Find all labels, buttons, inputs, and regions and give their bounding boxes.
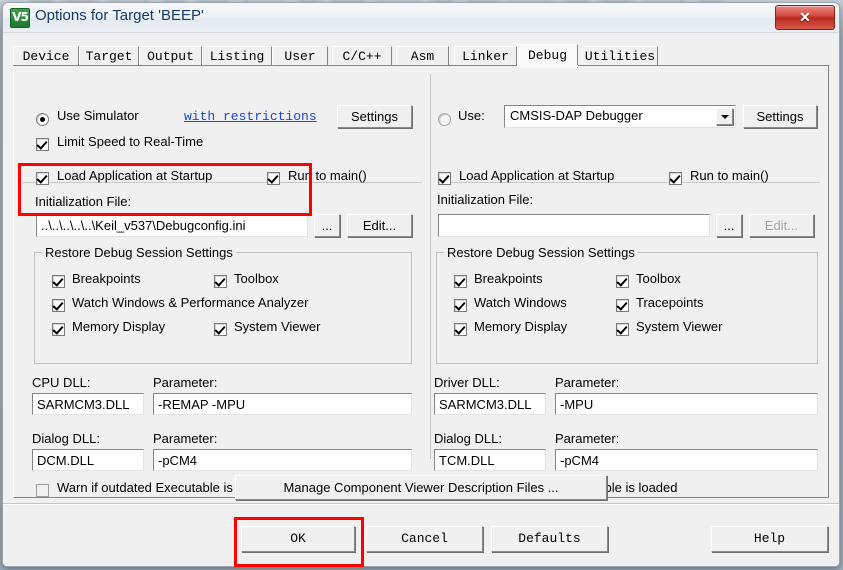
defaults-button[interactable]: Defaults — [491, 526, 608, 552]
left-system-viewer-checkbox[interactable] — [214, 323, 227, 336]
right-system-viewer-label: System Viewer — [636, 319, 723, 334]
right-run-to-main-label: Run to main() — [690, 168, 769, 183]
left-dialog-dll-label: Dialog DLL: — [32, 431, 100, 446]
footer-separator-highlight — [3, 504, 839, 505]
tab-listing[interactable]: Listing — [202, 46, 272, 66]
right-system-viewer-checkbox[interactable] — [616, 323, 629, 336]
left-dialog-parameter-label: Parameter: — [153, 431, 218, 446]
use-debugger-label: Use: — [458, 108, 485, 123]
left-dialog-dll-input[interactable] — [32, 449, 144, 471]
tab-target[interactable]: Target — [79, 46, 139, 66]
left-run-to-main-label: Run to main() — [288, 168, 367, 183]
right-watch-windows-label: Watch Windows — [474, 295, 567, 310]
right-breakpoints-label: Breakpoints — [474, 271, 543, 286]
tab-user[interactable]: User — [272, 46, 328, 66]
column-divider — [430, 74, 431, 459]
right-watch-windows-checkbox[interactable] — [454, 299, 467, 312]
left-memory-display-checkbox[interactable] — [52, 323, 65, 336]
debugger-select[interactable]: CMSIS-DAP Debugger — [504, 105, 736, 128]
left-watch-windows-checkbox[interactable] — [52, 299, 65, 312]
left-watch-windows-label: Watch Windows & Performance Analyzer — [72, 295, 309, 310]
right-breakpoints-checkbox[interactable] — [454, 275, 467, 288]
left-init-file-input[interactable] — [36, 214, 308, 237]
cpu-parameter-label: Parameter: — [153, 375, 218, 390]
use-simulator-radio[interactable] — [36, 113, 49, 126]
left-run-to-main-checkbox[interactable] — [267, 172, 280, 185]
right-dialog-parameter-input[interactable] — [555, 449, 818, 471]
driver-parameter-label: Parameter: — [555, 375, 620, 390]
left-system-viewer-label: System Viewer — [234, 319, 321, 334]
right-tracepoints-label: Tracepoints — [636, 295, 704, 310]
right-restore-session-title: Restore Debug Session Settings — [444, 245, 638, 260]
simulator-settings-button[interactable]: Settings — [337, 105, 412, 128]
chevron-down-icon[interactable] — [716, 108, 733, 125]
debugger-settings-button[interactable]: Settings — [743, 105, 817, 128]
tab-output[interactable]: Output — [139, 46, 202, 66]
right-edit-button[interactable]: Edit... — [749, 214, 814, 237]
right-toolbox-checkbox[interactable] — [616, 275, 629, 288]
tab-selected-connector — [518, 65, 578, 67]
left-breakpoints-label: Breakpoints — [72, 271, 141, 286]
manage-component-viewer-button[interactable]: Manage Component Viewer Description File… — [235, 475, 607, 500]
cpu-parameter-input[interactable] — [153, 393, 412, 415]
right-memory-display-checkbox[interactable] — [454, 323, 467, 336]
left-memory-display-label: Memory Display — [72, 319, 166, 334]
debug-panel: Use Simulator with restrictions Settings… — [13, 66, 829, 498]
help-button[interactable]: Help — [711, 526, 828, 552]
ok-button[interactable]: OK — [241, 526, 355, 552]
right-run-to-main-checkbox[interactable] — [669, 172, 682, 185]
right-toolbox-label: Toolbox — [636, 271, 681, 286]
right-load-app-checkbox[interactable] — [438, 172, 451, 185]
right-init-file-input[interactable] — [438, 214, 710, 237]
driver-parameter-input[interactable] — [555, 393, 818, 415]
tab-utilities[interactable]: Utilities — [582, 46, 658, 66]
left-toolbox-checkbox[interactable] — [214, 275, 227, 288]
driver-dll-input[interactable] — [434, 393, 546, 415]
right-init-file-label: Initialization File: — [437, 192, 534, 207]
use-simulator-label: Use Simulator — [57, 108, 139, 123]
limit-speed-label: Limit Speed to Real-Time — [57, 134, 204, 149]
right-dialog-dll-input[interactable] — [434, 449, 546, 471]
left-toolbox-label: Toolbox — [234, 271, 279, 286]
limit-speed-checkbox[interactable] — [36, 138, 49, 151]
left-warn-outdated-checkbox[interactable] — [36, 484, 49, 497]
tab-asm[interactable]: Asm — [396, 46, 449, 66]
close-button[interactable]: ✕ — [775, 5, 835, 30]
left-load-app-checkbox[interactable] — [36, 172, 49, 185]
options-dialog-window: V5 Options for Target 'BEEP' ✕ Device Ta… — [2, 2, 840, 567]
close-icon: ✕ — [799, 9, 811, 25]
right-browse-button[interactable]: ... — [716, 214, 742, 237]
left-init-file-label: Initialization File: — [35, 194, 132, 209]
title-bar: V5 Options for Target 'BEEP' ✕ — [3, 3, 839, 33]
cpu-dll-input[interactable] — [32, 393, 144, 415]
tab-c-cpp[interactable]: C/C++ — [332, 46, 392, 66]
tab-linker[interactable]: Linker — [454, 46, 517, 66]
tab-strip: Device Target Output Listing User C/C++ … — [13, 44, 829, 68]
cancel-button[interactable]: Cancel — [366, 526, 483, 552]
window-title: Options for Target 'BEEP' — [35, 7, 204, 24]
left-dialog-parameter-input[interactable] — [153, 449, 412, 471]
right-dialog-parameter-label: Parameter: — [555, 431, 620, 446]
right-memory-display-label: Memory Display — [474, 319, 568, 334]
driver-dll-label: Driver DLL: — [434, 375, 500, 390]
keil-uvision-icon-glyph: V5 — [12, 10, 29, 24]
left-browse-button[interactable]: ... — [314, 214, 340, 237]
cpu-dll-label: CPU DLL: — [32, 375, 91, 390]
left-edit-button[interactable]: Edit... — [347, 214, 412, 237]
left-breakpoints-checkbox[interactable] — [52, 275, 65, 288]
left-restore-session-title: Restore Debug Session Settings — [42, 245, 236, 260]
dialog-content: Device Target Output Listing User C/C++ … — [3, 33, 839, 566]
keil-uvision-icon: V5 — [10, 8, 30, 28]
right-load-app-label: Load Application at Startup — [459, 168, 615, 183]
right-dialog-dll-label: Dialog DLL: — [434, 431, 502, 446]
with-restrictions-link[interactable]: with restrictions — [184, 109, 317, 124]
tab-device[interactable]: Device — [13, 46, 79, 66]
left-load-app-label: Load Application at Startup — [57, 168, 213, 183]
debugger-select-value: CMSIS-DAP Debugger — [510, 108, 643, 123]
use-debugger-radio[interactable] — [438, 113, 451, 126]
right-tracepoints-checkbox[interactable] — [616, 299, 629, 312]
